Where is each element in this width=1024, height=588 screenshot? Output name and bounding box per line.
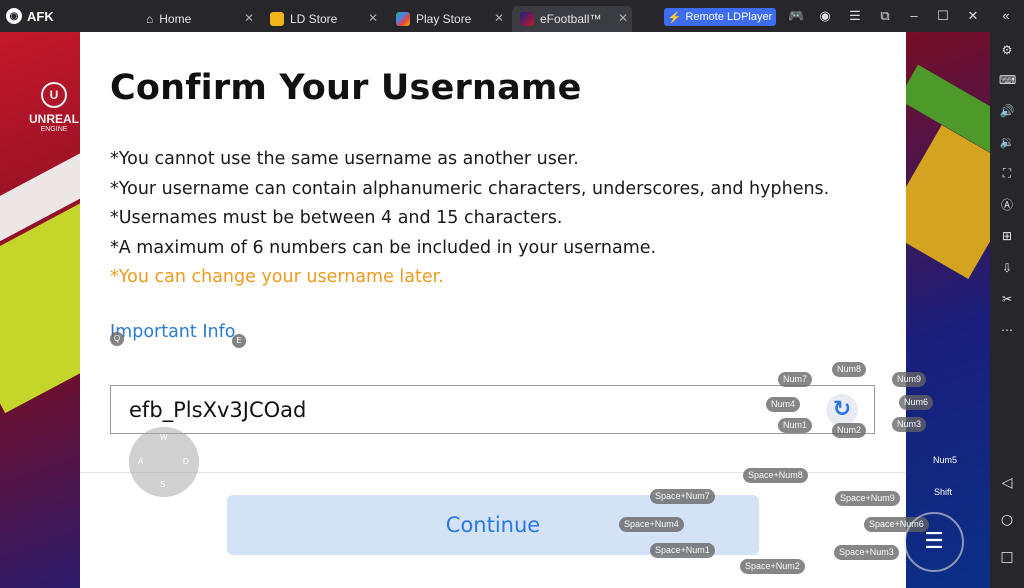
keymap-space-num8: Space+Num8 [743, 468, 808, 483]
tab-ld-store[interactable]: LD Store ✕ [262, 6, 382, 32]
important-info-link[interactable]: Important Info [110, 322, 235, 342]
menu-icon[interactable]: ☰ [847, 8, 863, 24]
close-icon[interactable]: ✕ [368, 11, 378, 25]
regenerate-username-button[interactable]: ↻ [826, 394, 858, 426]
fullscreen-icon[interactable]: ⛶ [998, 163, 1016, 181]
dpad-down-label: S [160, 480, 166, 489]
keymap-num8: Num8 [832, 362, 867, 377]
close-icon[interactable]: ✕ [618, 11, 628, 25]
tab-label: LD Store [290, 12, 338, 26]
keymap-num2: Num2 [832, 423, 867, 438]
keymap-num9: Num9 [892, 372, 927, 387]
more-icon[interactable]: ⋯ [998, 320, 1016, 338]
remote-ldplayer-button[interactable]: ⚡ Remote LDPlayer [664, 8, 776, 26]
right-toolbar: ⚙ ⌨ 🔊 🔉 ⛶ Ⓐ ⊞ ⇩ ✂ ⋯ [990, 32, 1024, 588]
rule-item: *A maximum of 6 numbers can be included … [110, 237, 657, 258]
close-icon[interactable]: ✕ [494, 11, 504, 25]
tab-label: Home [159, 12, 192, 26]
auto-click-icon[interactable]: Ⓐ [998, 195, 1016, 213]
keymap-q: Q [110, 332, 124, 346]
rule-item: *Your username can contain alphanumeric … [110, 178, 830, 199]
dialog-title: Confirm Your Username [110, 68, 582, 108]
keymap-space-num3: Space+Num3 [834, 545, 899, 560]
keymap-space-num2: Space+Num2 [740, 559, 805, 574]
afk-logo-icon: ◉ [6, 8, 22, 24]
minimize-icon[interactable]: – [906, 8, 922, 24]
volume-down-icon[interactable]: 🔉 [998, 132, 1016, 150]
home-nav-icon[interactable]: ○ [998, 511, 1016, 529]
username-field[interactable] [110, 385, 875, 434]
tab-home[interactable]: ⌂ Home ✕ [138, 6, 258, 32]
apk-install-icon[interactable]: ⇩ [998, 258, 1016, 276]
dpad-right-label: D [183, 457, 189, 466]
keymap-menu-button[interactable]: ☰ [904, 512, 964, 572]
keymap-shift: Shift [934, 487, 953, 497]
gamepad-icon[interactable]: 🎮 [788, 8, 804, 24]
tab-label: Play Store [416, 12, 472, 26]
username-input[interactable] [129, 395, 749, 425]
rule-item: *Usernames must be between 4 and 15 char… [110, 208, 563, 228]
back-icon[interactable]: ◁ [998, 474, 1016, 492]
account-icon[interactable]: ◉ [817, 8, 833, 24]
dpad-left-label: A [138, 457, 144, 466]
dpad-up-label: W [160, 433, 168, 442]
refresh-icon: ↻ [832, 397, 852, 422]
keymap-num4: Num4 [766, 397, 801, 412]
close-window-icon[interactable]: ✕ [965, 8, 981, 24]
keymap-space-num9: Space+Num9 [835, 491, 900, 506]
list-icon: ☰ [924, 529, 944, 554]
tab-label: eFootball™ [540, 12, 602, 26]
collapse-sidebar-icon[interactable]: « [998, 8, 1014, 24]
keymap-num6: Num6 [899, 395, 934, 410]
unreal-icon: U [41, 82, 67, 108]
ld-store-icon [270, 12, 284, 26]
keymap-dpad: W A D S [129, 427, 199, 497]
keymap-num5: Num5 [933, 455, 958, 465]
change-later-note: *You can change your username later. [110, 267, 444, 287]
app-logo[interactable]: ◉ AFK [6, 7, 54, 25]
keymap-space-num1: Space+Num1 [650, 543, 715, 558]
recents-icon[interactable]: □ [998, 548, 1016, 566]
settings-icon[interactable]: ⚙ [998, 40, 1016, 58]
tab-play-store[interactable]: Play Store ✕ [388, 6, 508, 32]
keymap-space-num4: Space+Num4 [619, 517, 684, 532]
maximize-icon[interactable]: ☐ [935, 8, 951, 24]
keymap-num7: Num7 [778, 372, 813, 387]
keyboard-icon[interactable]: ⌨ [998, 70, 1016, 88]
keymap-space-num7: Space+Num7 [650, 489, 715, 504]
efootball-icon [520, 12, 534, 26]
tab-efootball[interactable]: eFootball™ ✕ [512, 6, 632, 32]
keymap-e: E [232, 334, 246, 348]
keymap-num1: Num1 [778, 418, 813, 433]
close-icon[interactable]: ✕ [244, 11, 254, 25]
rule-item: *You cannot use the same username as ano… [110, 149, 579, 169]
window-mode-icon[interactable]: ⧉ [877, 8, 893, 24]
add-window-icon[interactable]: ⊞ [998, 226, 1016, 244]
lightning-icon: ⚡ [667, 11, 682, 24]
play-store-icon [396, 12, 410, 26]
keymap-num3: Num3 [892, 417, 927, 432]
app-name: AFK [27, 8, 54, 24]
title-bar: ◉ AFK ⌂ Home ✕ LD Store ✕ Play Store ✕ e… [0, 0, 1024, 32]
volume-up-icon[interactable]: 🔊 [998, 101, 1016, 119]
confirm-username-dialog: Confirm Your Username *You cannot use th… [80, 32, 906, 588]
scissors-icon[interactable]: ✂ [998, 289, 1016, 307]
home-icon: ⌂ [146, 12, 154, 26]
unreal-engine-logo: U UNREAL ENGINE [24, 82, 84, 133]
username-rules: *You cannot use the same username as ano… [110, 145, 829, 293]
